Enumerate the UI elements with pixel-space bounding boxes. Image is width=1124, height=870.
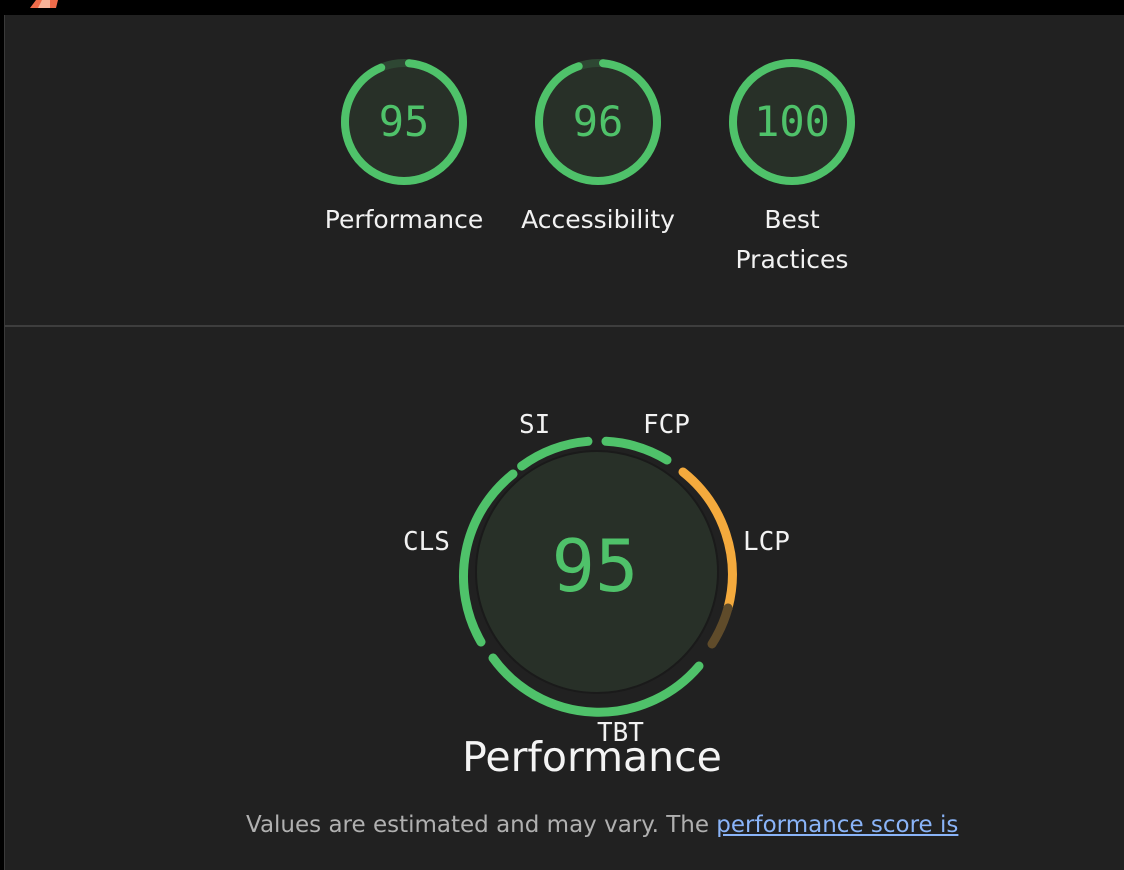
performance-score-link[interactable]: performance score is xyxy=(716,812,958,838)
score-label-best-practices: Best Practices xyxy=(735,205,849,274)
disclaimer-text: Values are estimated and may vary. The xyxy=(246,812,717,838)
score-value-best-practices: 100 xyxy=(754,97,830,146)
lighthouse-logo-icon xyxy=(30,0,58,8)
metric-label-cls[interactable]: CLS xyxy=(403,527,450,557)
score-value-performance: 95 xyxy=(378,97,430,146)
score-gauge-accessibility[interactable]: 96 Accessibility xyxy=(521,56,675,286)
performance-section-title: Performance xyxy=(462,733,722,781)
metric-arc-lcp-remainder xyxy=(707,603,733,649)
lighthouse-report: 95 Performance 96 Accessibility 100 Best… xyxy=(0,0,1124,870)
metric-label-si[interactable]: SI xyxy=(519,410,550,440)
section-divider xyxy=(5,325,1124,327)
score-label-accessibility: Accessibility xyxy=(521,205,675,234)
score-gauge-best-practices[interactable]: 100 Best Practices xyxy=(726,56,858,306)
metric-label-lcp[interactable]: LCP xyxy=(743,527,790,557)
top-bar xyxy=(0,0,1124,14)
score-value-accessibility: 96 xyxy=(572,97,624,146)
score-gauge-performance[interactable]: 95 Performance xyxy=(325,56,483,286)
performance-metrics-gauge: 95 SI FCP LCP TBT CLS xyxy=(349,386,839,748)
metric-label-fcp[interactable]: FCP xyxy=(643,410,690,440)
performance-score-value: 95 xyxy=(551,524,639,608)
score-label-performance: Performance xyxy=(324,205,484,234)
score-disclaimer: Values are estimated and may vary. The p… xyxy=(246,810,1046,840)
